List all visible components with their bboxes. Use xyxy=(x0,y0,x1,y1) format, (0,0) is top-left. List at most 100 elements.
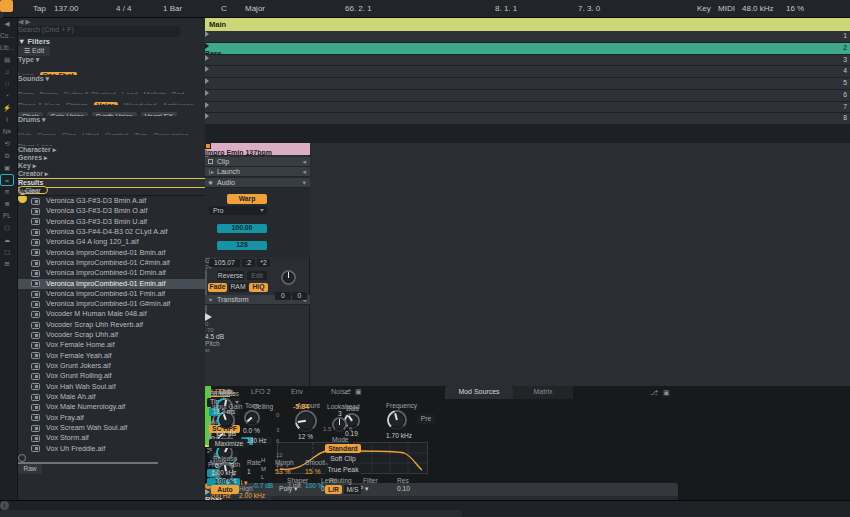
auto-release-button[interactable]: Auto xyxy=(211,485,239,494)
arrangement-position[interactable]: 66. 2. 1 xyxy=(345,4,372,13)
formants-slider[interactable]: 100.00 xyxy=(217,224,267,233)
file-row[interactable]: Veronica ImproCombined-01 Fmin.aif xyxy=(18,289,205,299)
browser-back-button[interactable]: ◀ ▶ xyxy=(18,18,205,26)
sidebar-icon-7[interactable]: ⚡ xyxy=(0,102,14,114)
file-row[interactable]: Vox Pray.aif xyxy=(18,413,205,423)
audio-section-bar[interactable]: ✸Audio▾ xyxy=(205,178,310,188)
file-row[interactable]: Vox Female Home.aif xyxy=(18,340,205,350)
file-row[interactable]: Vox Scream Wah Soul.aif xyxy=(18,423,205,433)
file-row[interactable]: Vox Storm.aif xyxy=(18,433,205,443)
loop-start-display[interactable]: 8. 1. 1 xyxy=(495,4,517,13)
launch-section-bar[interactable]: ∣▸Launch◂ xyxy=(205,167,310,177)
filter-group-sounds[interactable]: Sounds ▾ xyxy=(18,75,205,83)
scene-play-button[interactable] xyxy=(205,66,209,72)
morph-value[interactable]: 53 % xyxy=(275,468,291,475)
limiter-mode-true-peak[interactable]: True Peak xyxy=(325,465,361,474)
clip-section-bar[interactable]: Clip◂ xyxy=(205,157,310,167)
scene-slot[interactable]: 8 xyxy=(205,113,850,124)
drywet-slider[interactable]: 100 % xyxy=(209,478,240,486)
file-row[interactable]: Vox Grunt Jokers.aif xyxy=(18,361,205,371)
scene-play-button[interactable] xyxy=(205,90,209,96)
res-value[interactable]: 0.10 xyxy=(397,485,410,492)
collapse-arrow-icon[interactable]: ◂ xyxy=(302,157,306,167)
scene-slot[interactable]: 7 xyxy=(205,102,850,113)
file-row[interactable]: Veronica G3-F#3-D3 Bmin O.aif xyxy=(18,206,205,216)
edit-button[interactable]: Edit xyxy=(247,271,267,280)
search-input[interactable]: Search (Cmd + F) xyxy=(18,26,181,37)
file-row[interactable]: Vocoder M Human Male 048.aif xyxy=(18,309,205,319)
warp-mode-select[interactable]: Pro xyxy=(209,206,267,215)
hiq-toggle[interactable]: HiQ xyxy=(249,283,268,292)
sidebar-icon-1[interactable]: Co… xyxy=(0,30,14,42)
quantize-menu[interactable]: 1 Bar xyxy=(163,4,182,13)
expand-arrow-icon[interactable]: ▾ xyxy=(302,178,306,188)
rate-value[interactable]: 1 xyxy=(247,468,251,475)
lookahead-knob[interactable] xyxy=(332,417,347,432)
sidebar-icon-2[interactable]: Lib… xyxy=(0,42,14,54)
filter-group-creator[interactable]: Creator ▸ xyxy=(18,170,205,178)
sidebar-icon-11[interactable]: ⧉ xyxy=(0,150,14,162)
amount-knob[interactable] xyxy=(295,410,317,432)
sidebar-icon-10[interactable]: ⟲ xyxy=(0,138,14,150)
sidebar-icon-12[interactable]: ▣ xyxy=(0,162,14,174)
file-row[interactable]: Vocoder Scrap Uhh Reverb.aif xyxy=(18,320,205,330)
frequency-knob[interactable] xyxy=(387,410,407,430)
tone-freq-slider[interactable]: 180 Hz xyxy=(241,437,272,445)
sidebar-icon-8[interactable]: ⌇ xyxy=(0,114,14,126)
limiter-routing-lr[interactable]: L/R xyxy=(325,485,342,494)
tap-button[interactable]: Tap xyxy=(33,4,46,13)
filter-chip-solo-voice[interactable]: Solo Voice xyxy=(47,112,88,116)
ceiling-value[interactable]: -0.7 dB xyxy=(252,482,273,489)
scene-slot[interactable]: 6 xyxy=(205,90,850,101)
scene-slot[interactable]: 4 xyxy=(205,66,850,77)
sidebar-icon-0[interactable]: ◀ xyxy=(0,18,14,30)
sidebar-icon-17[interactable]: ⬡ xyxy=(0,222,14,234)
filter-chip-clap[interactable]: Clap xyxy=(62,132,76,135)
file-row[interactable]: Veronica ImproCombined-01 Bmin.aif xyxy=(18,248,205,258)
scene-play-button[interactable] xyxy=(205,113,209,119)
sidebar-icon-18[interactable]: ☁ xyxy=(0,234,14,246)
scene-play-button[interactable] xyxy=(205,31,209,37)
scene-slot[interactable]: Base2 xyxy=(205,43,850,54)
pitch-knob[interactable] xyxy=(281,270,296,285)
time-signature[interactable]: 4 / 4 xyxy=(116,4,132,13)
filter-chip-percussion[interactable]: Percussion xyxy=(154,132,189,135)
file-row[interactable]: Veronica ImproCombined-01 C#min.aif xyxy=(18,258,205,268)
envelope-slider[interactable]: 128 xyxy=(217,241,267,250)
bpm-double-button[interactable]: *2 xyxy=(257,259,270,268)
filter-group-type[interactable]: Type ▾ xyxy=(18,56,205,64)
scene-play-button[interactable] xyxy=(205,78,209,84)
file-row[interactable]: Vox Male Numerology.aif xyxy=(18,402,205,412)
file-row[interactable]: Veronica G3-F#4-D4-B3 02 CLyd A.aif xyxy=(18,227,205,237)
sidebar-icon-13[interactable]: ≈ xyxy=(0,174,14,186)
raw-button[interactable]: Raw xyxy=(18,464,42,474)
filter-group-key[interactable]: Key ▸ xyxy=(18,162,205,170)
midi-map-button[interactable]: MIDI xyxy=(718,4,735,13)
fade-toggle[interactable]: Fade xyxy=(208,283,227,292)
file-row[interactable]: Veronica ImproCombined-01 G#min.aif xyxy=(18,299,205,309)
gain-slider-handle[interactable] xyxy=(205,313,212,321)
scene-slot[interactable]: 5 xyxy=(205,78,850,89)
file-row[interactable]: Vox Uh Freddie.aif xyxy=(18,444,205,454)
filter-chip-cymbal[interactable]: Cymbal xyxy=(105,132,129,135)
bpm-half-button[interactable]: :2 xyxy=(242,259,255,268)
tempo-display[interactable]: 137.00 xyxy=(54,4,78,13)
lfo-tab-3[interactable]: Env xyxy=(291,388,303,395)
matrix-tab[interactable]: Matrix xyxy=(513,386,573,399)
xover-high-value[interactable]: 2.00 kHz xyxy=(239,492,265,499)
sidebar-icon-20[interactable]: ⊞ xyxy=(0,258,14,270)
filter-chip-vocal-fx[interactable]: Vocal FX xyxy=(141,112,177,116)
clip-title-bar[interactable]: Impro Emin 137bpm xyxy=(205,143,310,155)
pitch-cents[interactable]: 0 xyxy=(292,292,307,301)
file-row[interactable]: Vocoder Scrap Uhh.aif xyxy=(18,330,205,340)
file-row[interactable]: Veronica ImproCombined-01 Emin.aif xyxy=(18,279,205,289)
pitch-semitones[interactable]: 0 xyxy=(275,292,291,301)
filter-chip-tom[interactable]: Tom xyxy=(134,132,147,135)
warp-button[interactable]: Warp xyxy=(227,194,267,204)
file-row[interactable]: Veronica G3-F#3-D3 Bmin U.aif xyxy=(18,217,205,227)
file-row[interactable]: Vox Male Ah.aif xyxy=(18,392,205,402)
scene-slot[interactable]: 3 xyxy=(205,55,850,66)
scale-mode[interactable]: Major xyxy=(245,4,265,13)
file-row[interactable]: Veronica ImproCombined-01 Dmin.aif xyxy=(18,268,205,278)
file-row[interactable]: Vox Hah Wah Soul.aif xyxy=(18,382,205,392)
